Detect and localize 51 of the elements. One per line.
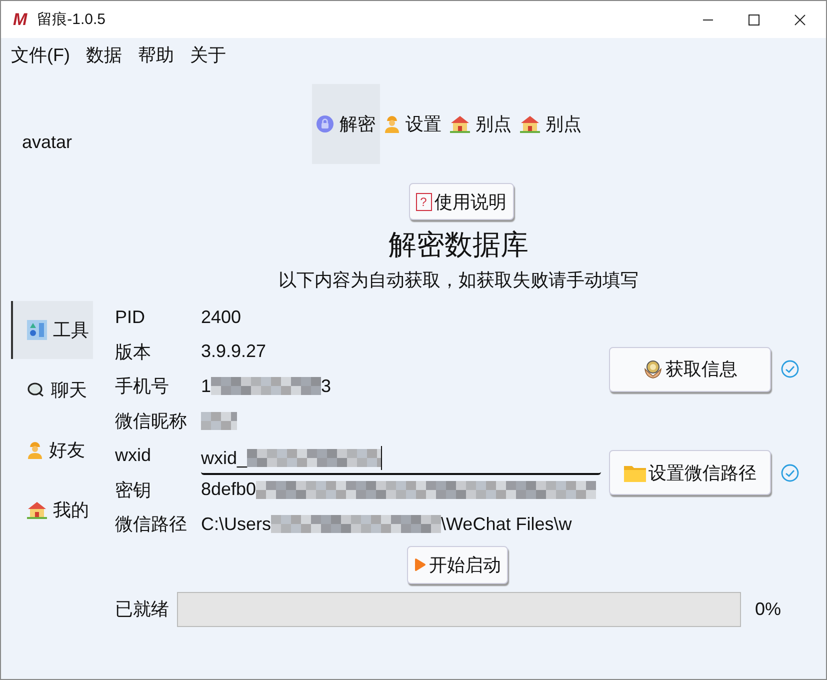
- tab[interactable]: 别点: [446, 84, 516, 164]
- tab[interactable]: 解密: [312, 84, 380, 164]
- field-value: 2400: [201, 306, 242, 328]
- app-logo: M: [13, 10, 28, 30]
- close-icon[interactable]: [794, 14, 806, 26]
- sidebar-item[interactable]: 聊天: [11, 371, 93, 409]
- field-value: 3.9.9.27: [201, 341, 266, 362]
- tab[interactable]: 设置: [380, 84, 446, 164]
- menu-item[interactable]: 帮助: [138, 43, 174, 67]
- field-label: 微信路径: [115, 513, 188, 536]
- tools-icon: [27, 320, 47, 340]
- field-label: PID: [115, 306, 146, 328]
- lock-icon: [316, 115, 334, 133]
- field-value: 3: [321, 376, 332, 397]
- status-label: 已就绪: [115, 598, 169, 621]
- tab[interactable]: 别点: [516, 84, 586, 164]
- menu-item[interactable]: 数据: [86, 43, 122, 67]
- field-label: 手机号: [115, 375, 170, 398]
- field-label: 密钥: [115, 478, 152, 502]
- action-button[interactable]: 获取信息: [609, 346, 771, 392]
- field-label: 版本: [115, 340, 152, 364]
- house-icon: [27, 501, 47, 519]
- person-icon: [27, 441, 43, 459]
- person-icon: [384, 115, 400, 133]
- window-title: 留痕-1.0.5: [37, 10, 106, 29]
- sidebar-item[interactable]: 我的: [11, 491, 93, 529]
- play-icon: [414, 558, 426, 572]
- input-field[interactable]: wxid_: [201, 443, 601, 476]
- house-icon: [450, 115, 470, 133]
- progress-reading: 0%: [755, 598, 782, 620]
- house-icon: [520, 115, 540, 133]
- sidebar-item[interactable]: 工具: [11, 301, 93, 359]
- field-value: 1: [201, 376, 212, 397]
- field-label: 微信昵称: [115, 410, 188, 433]
- menu-item[interactable]: 关于: [190, 43, 226, 67]
- avatar-label: avatar: [22, 132, 74, 153]
- help-button[interactable]: ? 使用说明: [408, 183, 514, 220]
- field-value: \WeChat Files\w: [441, 514, 572, 535]
- field-value: C:\Users: [201, 514, 272, 535]
- action-button[interactable]: 设置微信路径: [609, 450, 771, 495]
- field-value: 8defb0: [201, 479, 256, 500]
- start-button[interactable]: 开始启动: [407, 546, 508, 584]
- menu-item[interactable]: 文件(F): [11, 43, 70, 67]
- help-icon: ?: [416, 192, 432, 210]
- field-label: wxid: [115, 444, 152, 466]
- page-heading: 解密数据库: [388, 228, 528, 262]
- subtitle: 以下内容为自动获取，如获取失败请手动填写: [278, 269, 638, 292]
- maximize-icon[interactable]: [748, 14, 760, 26]
- folder-icon: [624, 464, 646, 482]
- sidebar-item[interactable]: 好友: [11, 431, 93, 469]
- hands-icon: [642, 359, 662, 379]
